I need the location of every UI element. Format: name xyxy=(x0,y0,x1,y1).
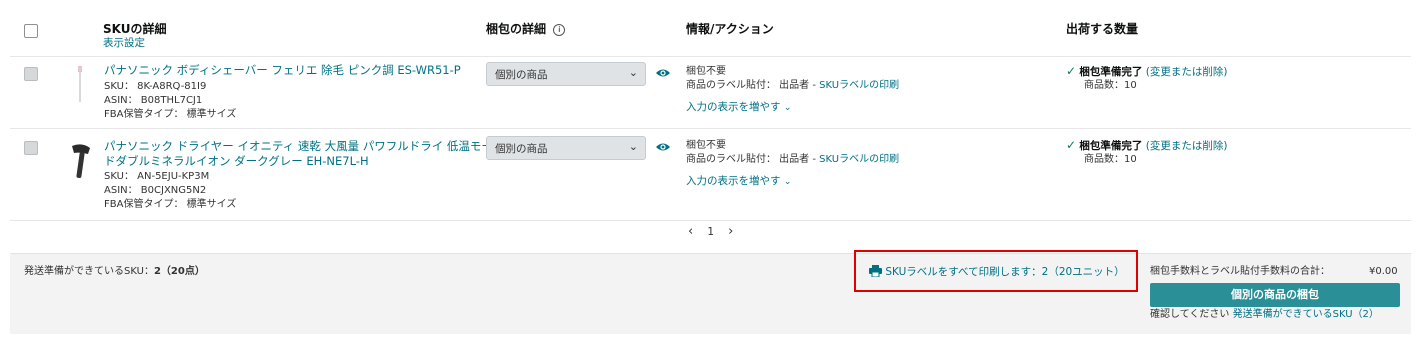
chevron-down-icon: ⌄ xyxy=(783,103,792,113)
sku-text: SKU： 8K-A8RQ-81I9 xyxy=(104,81,207,92)
product-name-link[interactable]: パナソニック ドライヤー イオニティ 速乾 大風量 パワフルドライ 低温モー xyxy=(104,139,493,154)
display-settings-link[interactable]: 表示設定 xyxy=(103,35,145,50)
label-owner-line: 商品のラベル貼付： 出品者 - SKUラベルの印刷 xyxy=(686,153,899,167)
qty-text: 商品数：10 xyxy=(1084,80,1137,91)
label-owner-text: 商品のラベル貼付： 出品者 - xyxy=(686,154,820,165)
show-more-label: 入力の表示を増やす xyxy=(686,175,781,187)
confirm-text: 確認してください xyxy=(1150,309,1230,320)
eye-icon[interactable] xyxy=(655,139,671,159)
divider xyxy=(10,128,1411,129)
header-ship-qty: 出荷する数量 xyxy=(1066,22,1139,36)
divider xyxy=(10,220,1411,221)
label-owner-text: 商品のラベル貼付： 出品者 - xyxy=(686,80,820,91)
select-all-checkbox[interactable] xyxy=(24,24,38,38)
print-sku-label-link[interactable]: SKUラベルの印刷 xyxy=(819,154,899,165)
pagination: ‹ 1 › xyxy=(683,224,738,239)
pack-individual-button[interactable]: 個別の商品の梱包 xyxy=(1150,283,1400,307)
prep-text: 梱包不要 xyxy=(686,140,726,151)
eye-icon[interactable] xyxy=(655,65,671,85)
pack-status-text: 梱包準備完了 xyxy=(1079,140,1143,152)
chevron-down-icon: ⌄ xyxy=(783,177,792,187)
prev-page-button[interactable]: ‹ xyxy=(683,224,698,239)
product-image-shaver xyxy=(76,64,84,106)
pack-status: ✓ 梱包準備完了 (変更または削除) xyxy=(1066,138,1227,153)
pack-status: ✓ 梱包準備完了 (変更または削除) xyxy=(1066,64,1227,79)
ready-skus-text: 発送準備ができているSKU：2（20点） xyxy=(24,265,205,279)
header-packing-details-label: 梱包の詳細 xyxy=(486,22,547,36)
label-owner-line: 商品のラベル貼付： 出品者 - SKUラベルの印刷 xyxy=(686,79,899,93)
change-or-delete-link[interactable]: (変更または削除) xyxy=(1146,140,1228,152)
ready-skus-label: 発送準備ができているSKU： xyxy=(24,266,154,277)
chevron-down-icon: ⌄ xyxy=(628,66,638,79)
fee-value: ¥0.00 xyxy=(1369,266,1398,277)
header-packing-details: 梱包の詳細 i xyxy=(486,20,566,37)
printer-icon xyxy=(869,265,882,280)
print-all-sku-labels-link[interactable]: SKUラベルをすべて印刷します：2（20ユニット） xyxy=(869,264,1125,280)
chevron-down-icon: ⌄ xyxy=(628,140,638,153)
prep-text: 梱包不要 xyxy=(686,66,726,77)
packing-select[interactable]: 個別の商品 ⌄ xyxy=(486,62,646,86)
product-name-link[interactable]: パナソニック ボディシェーバー フェリエ 除毛 ピンク調 ES-WR51-P xyxy=(104,63,461,78)
asin-text: ASIN： B08THL7CJ1 xyxy=(104,95,203,106)
packing-select[interactable]: 個別の商品 ⌄ xyxy=(486,136,646,160)
info-icon[interactable]: i xyxy=(553,24,566,36)
page-number[interactable]: 1 xyxy=(702,226,719,238)
product-name-link-line2[interactable]: ドダブルミネラルイオン ダークグレー EH-NE7L-H xyxy=(104,154,369,169)
fee-label: 梱包手数料とラベル貼付手数料の合計： xyxy=(1150,266,1330,277)
print-all-label: SKUラベルをすべて印刷します：2（20ユニット） xyxy=(885,266,1125,278)
row-checkbox[interactable] xyxy=(24,67,38,81)
storage-type-text: FBA保管タイプ： 標準サイズ xyxy=(104,199,237,210)
asin-text: ASIN： B0CJXNG5N2 xyxy=(104,185,207,196)
qty-text: 商品数：10 xyxy=(1084,154,1137,165)
show-more-toggle[interactable]: 入力の表示を増やす ⌄ xyxy=(686,173,791,188)
divider xyxy=(10,56,1411,57)
packing-select-value: 個別の商品 xyxy=(495,69,548,81)
show-more-label: 入力の表示を増やす xyxy=(686,101,781,113)
packing-select-value: 個別の商品 xyxy=(495,143,548,155)
product-image-dryer xyxy=(66,140,96,182)
checkmark-icon: ✓ xyxy=(1066,138,1077,152)
print-sku-label-link[interactable]: SKUラベルの印刷 xyxy=(819,80,899,91)
storage-type-text: FBA保管タイプ： 標準サイズ xyxy=(104,109,237,120)
row-checkbox[interactable] xyxy=(24,141,38,155)
sku-text: SKU： AN-5EJU-KP3M xyxy=(104,171,210,182)
confirm-line: 確認してください 発送準備ができているSKU（2） xyxy=(1150,308,1379,322)
change-or-delete-link[interactable]: (変更または削除) xyxy=(1146,66,1228,78)
pack-status-text: 梱包準備完了 xyxy=(1079,66,1143,78)
ready-skus-link[interactable]: 発送準備ができているSKU（2） xyxy=(1233,309,1379,320)
checkmark-icon: ✓ xyxy=(1066,64,1077,78)
next-page-button[interactable]: › xyxy=(723,224,738,239)
header-info-action: 情報/アクション xyxy=(686,22,774,36)
show-more-toggle[interactable]: 入力の表示を増やす ⌄ xyxy=(686,99,791,114)
ready-skus-count: 2（20点） xyxy=(153,266,205,277)
